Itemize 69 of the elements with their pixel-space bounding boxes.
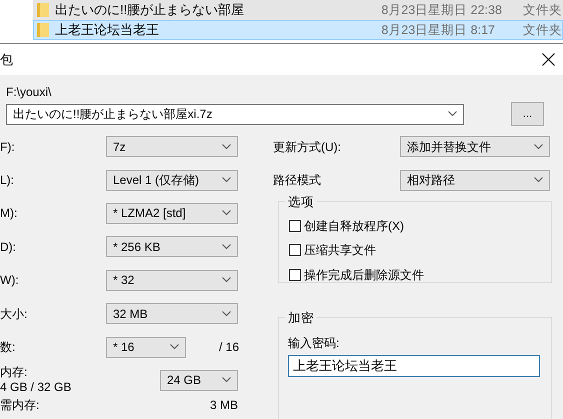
file-name: 上老王论坛当老王	[54, 21, 160, 40]
caret-icon	[448, 111, 457, 117]
dropdown[interactable]: 相对路径	[400, 170, 550, 191]
checkbox[interactable]	[289, 220, 301, 232]
field-label: M):	[0, 205, 18, 222]
checkbox[interactable]	[289, 244, 301, 256]
dropdown[interactable]: Level 1 (仅存储)	[106, 170, 238, 191]
close-icon[interactable]	[542, 53, 555, 66]
dropdown-value: 添加并替换文件	[407, 138, 491, 156]
dropdown-value: * 256 KB	[113, 238, 160, 256]
file-type: 文件夹	[523, 22, 562, 39]
dropdown-value: Level 1 (仅存储)	[113, 172, 200, 190]
dropdown[interactable]: 添加并替换文件	[400, 136, 550, 158]
checkbox-label: 操作完成后删除源文件	[304, 266, 424, 284]
dropdown[interactable]: * LZMA2 [std]	[106, 202, 238, 224]
field-label: 内存:	[0, 365, 28, 380]
thread-count: / 16	[219, 339, 240, 356]
field-label: W):	[0, 272, 20, 290]
window-title: 包	[0, 50, 13, 69]
caret-icon	[222, 244, 231, 250]
checkbox-label: 压缩共享文件	[304, 242, 376, 259]
file-date: 8月23日星期日 8:17	[381, 22, 496, 39]
dropdown[interactable]: * 16	[106, 336, 186, 358]
caret-icon	[222, 310, 231, 317]
dropdown[interactable]: 出たいのに!!腰が止まらない部屋xi.7z	[6, 104, 464, 124]
password-field[interactable]: 上老王论坛当老王	[288, 354, 540, 377]
file-row[interactable]: 出たいのに!!腰が止まらない部屋 8月23日星期日 22:38 文件夹	[33, 0, 563, 20]
file-date: 8月23日星期日 22:38	[381, 2, 503, 19]
caret-icon	[534, 144, 543, 150]
file-type: 文件夹	[523, 2, 562, 19]
field-label: D):	[0, 238, 17, 256]
dropdown-value: 24 GB	[167, 372, 202, 390]
field-label: L):	[0, 172, 16, 190]
dropdown-value: 相对路径	[407, 172, 455, 190]
dropdown-value: 7z	[113, 138, 126, 156]
dropdown[interactable]: 7z	[106, 136, 238, 158]
browse-button[interactable]: ...	[511, 102, 544, 126]
folder-icon	[37, 23, 49, 37]
dropdown[interactable]: * 256 KB	[106, 236, 238, 258]
field-label: 大小:	[0, 306, 28, 323]
caret-icon	[222, 210, 231, 216]
field-label: 路径模式	[273, 172, 322, 190]
dropdown[interactable]: 24 GB	[160, 370, 238, 391]
dropdown-value: * LZMA2 [std]	[113, 205, 186, 222]
password-label: 输入密码:	[288, 334, 340, 352]
dropdown[interactable]: 32 MB	[106, 303, 238, 324]
checkbox-label: 创建自释放程序(X)	[304, 218, 404, 235]
field-label: 需内存:	[0, 398, 40, 412]
memory-usage: 4 GB / 32 GB	[0, 380, 72, 396]
caret-icon	[222, 144, 231, 150]
file-row[interactable]: 上老王论坛当老王 8月23日星期日 8:17 文件夹	[33, 20, 563, 40]
caret-icon	[222, 177, 231, 184]
dropdown-value: 出たいのに!!腰が止まらない部屋xi.7z	[13, 106, 212, 123]
dropdown-value: * 16	[113, 339, 134, 356]
field-label: 更新方式(U):	[273, 138, 342, 156]
field-label: 数:	[0, 339, 16, 356]
caret-icon	[222, 377, 231, 384]
file-name: 出たいのに!!腰が止まらない部屋	[54, 1, 246, 20]
folder-icon	[37, 3, 49, 17]
dropdown[interactable]: * 32	[106, 270, 238, 291]
checkbox[interactable]	[289, 268, 301, 281]
field-label: F):	[0, 138, 16, 156]
memory-value: 3 MB	[210, 398, 238, 412]
caret-icon	[222, 277, 231, 284]
caret-icon	[170, 344, 179, 350]
dropdown-value: * 32	[113, 272, 134, 290]
path-label: F:\youxi\	[6, 84, 52, 101]
dropdown-value: 32 MB	[113, 306, 148, 323]
caret-icon	[534, 177, 543, 184]
